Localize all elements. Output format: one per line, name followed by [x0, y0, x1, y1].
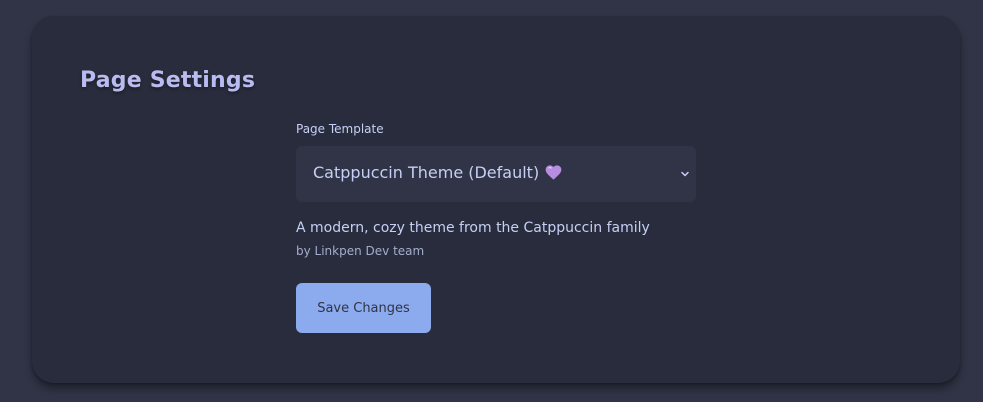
- template-select-text: Catppuccin Theme (Default): [313, 163, 540, 182]
- template-select[interactable]: Catppuccin Theme (Default): [296, 146, 696, 202]
- chevron-down-icon: [681, 171, 689, 177]
- template-form: Page Template Catppuccin Theme (Default)…: [296, 121, 696, 333]
- template-description: A modern, cozy theme from the Catppuccin…: [296, 220, 650, 236]
- purple-heart-icon: [545, 165, 562, 185]
- page-title: Page Settings: [80, 68, 256, 93]
- page-background: Page Settings Page Template Catppuccin T…: [0, 0, 983, 402]
- settings-card: Page Settings Page Template Catppuccin T…: [32, 16, 960, 383]
- save-changes-button[interactable]: Save Changes: [296, 283, 431, 333]
- template-author: by Linkpen Dev team: [296, 244, 425, 258]
- template-select-value: Catppuccin Theme (Default): [313, 163, 562, 185]
- template-field-label: Page Template: [296, 122, 384, 136]
